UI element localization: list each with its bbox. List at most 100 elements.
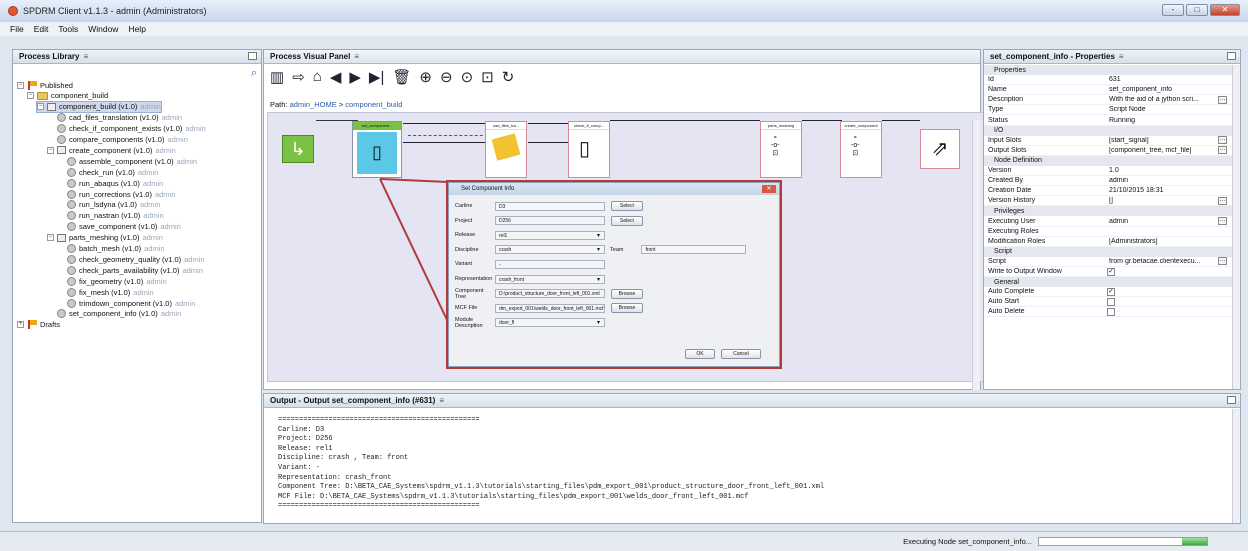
property-row[interactable]: Version 1.0	[984, 166, 1233, 176]
output-scrollbar[interactable]	[1232, 409, 1240, 523]
dropdown-field[interactable]: rel1	[495, 230, 605, 240]
workflow-node-check-if-comp[interactable]: check_if_comp... ▯	[568, 121, 610, 178]
expand-toggle-icon[interactable]: −	[47, 234, 54, 242]
refresh-icon[interactable]: ↻	[502, 68, 515, 86]
menu-tools[interactable]: Tools	[58, 24, 78, 34]
property-row[interactable]: Version History[]…	[984, 196, 1233, 207]
property-row[interactable]: Script from gr.betacae.clientexecu...…	[984, 257, 1233, 267]
back-icon[interactable]: ◀	[330, 68, 342, 86]
dropdown-field[interactable]: crash_front	[495, 274, 605, 284]
process-canvas[interactable]: ↳ set_component... ▯ cad_files_tra... ch…	[267, 112, 984, 382]
minimize-button[interactable]: -	[1162, 4, 1184, 16]
property-row[interactable]: Input Slots [start_signal]…	[984, 136, 1233, 146]
tree-item[interactable]: check_parts_availability (v1.0) admin	[57, 265, 203, 275]
path-home-link[interactable]: admin_HOME	[290, 100, 337, 109]
browse-button[interactable]: Select	[611, 215, 643, 226]
home-icon[interactable]: ⌂	[313, 68, 322, 86]
trash-icon[interactable]: 🗑	[392, 68, 411, 86]
menu-window[interactable]: Window	[88, 24, 118, 34]
maximize-button[interactable]: □	[1186, 4, 1208, 16]
dropdown-field[interactable]: crash	[495, 245, 605, 255]
property-row[interactable]: Executing Roles	[984, 227, 1233, 237]
property-row[interactable]: Id 631	[984, 75, 1233, 86]
step-icon[interactable]: ▶|	[369, 68, 384, 86]
workflow-node-parts-meshing[interactable]: parts_meshing ∘ -o- ⊡	[760, 121, 802, 178]
transfer-icon[interactable]: ⇨	[292, 68, 305, 86]
ellipsis-button[interactable]: …	[1218, 196, 1227, 205]
workflow-node-cad-files[interactable]: cad_files_tra...	[485, 121, 527, 178]
text-field[interactable]: D:\product_structure_door_front_left_001…	[495, 289, 605, 299]
tree-item[interactable]: batch_mesh (v1.0) admin	[57, 244, 165, 254]
property-row[interactable]: Description With the aid of a jython scri…	[984, 95, 1233, 106]
tree-item[interactable]: − parts_meshing (v1.0) admin	[47, 233, 163, 243]
checkbox[interactable]	[1107, 307, 1115, 316]
text-field[interactable]: dm_export_001\welds_door_front_left_001.…	[495, 303, 605, 313]
expand-toggle-icon[interactable]: −	[27, 92, 34, 100]
cancel-button[interactable]: Cancel	[721, 349, 761, 359]
tree-item[interactable]: trimdown_component (v1.0) admin	[57, 298, 195, 308]
menu-help[interactable]: Help	[128, 24, 145, 34]
ellipsis-button[interactable]: …	[1218, 136, 1227, 145]
property-row[interactable]: Output Slots [component_tree, mcf_file]…	[984, 146, 1233, 156]
property-row[interactable]: Type Script Node	[984, 105, 1233, 116]
tree-item[interactable]: − component_build	[27, 91, 108, 101]
property-row[interactable]: Name set_component_info	[984, 85, 1233, 96]
ellipsis-button[interactable]: …	[1218, 217, 1227, 225]
browse-button[interactable]: Browse	[611, 303, 643, 314]
end-node[interactable]: ⇗	[920, 129, 960, 169]
tree-item[interactable]: cad_files_translation (v1.0) admin	[47, 113, 182, 123]
path-current-link[interactable]: component_build	[345, 100, 402, 109]
property-row[interactable]: Modification Roles [Administrators]	[984, 237, 1233, 247]
start-node[interactable]: ↳	[282, 135, 314, 163]
tree-item[interactable]: save_component (v1.0) admin	[57, 222, 181, 232]
expand-toggle-icon[interactable]: −	[47, 146, 54, 154]
panel-menu-icon[interactable]: ≡	[83, 52, 88, 61]
zoom-out-icon[interactable]: ⊖	[440, 68, 453, 86]
property-row[interactable]: Auto Delete	[984, 307, 1233, 318]
tree-item[interactable]: compare_components (v1.0) admin	[47, 135, 188, 145]
browse-button[interactable]: Select	[611, 201, 643, 211]
text-field[interactable]: D256	[495, 216, 605, 226]
ellipsis-button[interactable]: …	[1218, 146, 1227, 155]
tree-item[interactable]: − component_build (v1.0) admin	[36, 100, 162, 113]
expand-toggle-icon[interactable]: −	[17, 81, 24, 89]
minimize-panel-button[interactable]	[248, 52, 257, 60]
tree-item[interactable]: + Drafts	[17, 320, 60, 330]
workflow-node-set-component[interactable]: set_component... ▯	[352, 121, 402, 178]
panel-menu-icon[interactable]: ≡	[439, 396, 444, 405]
panel-menu-icon[interactable]: ≡	[1119, 52, 1124, 61]
zoom-fit-icon[interactable]: ⊙	[461, 68, 474, 86]
tree-item[interactable]: − create_component (v1.0) admin	[47, 145, 176, 155]
canvas-scrollbar[interactable]	[972, 120, 980, 390]
tree-item[interactable]: fix_geometry (v1.0) admin	[57, 276, 167, 286]
tree-item[interactable]: check_if_component_exists (v1.0) admin	[47, 124, 206, 134]
search-icon[interactable]: ⌕	[251, 67, 257, 80]
dropdown-field[interactable]: door_fl	[495, 318, 605, 328]
dropdown-field[interactable]: front	[641, 245, 747, 255]
tree-item[interactable]: assemble_component (v1.0) admin	[57, 156, 197, 166]
zoom-window-icon[interactable]: ⊡	[481, 68, 494, 86]
text-field[interactable]: -	[495, 259, 605, 269]
tree-item[interactable]: run_abaqus (v1.0) admin	[57, 178, 163, 188]
tree-item[interactable]: run_nastran (v1.0) admin	[57, 211, 164, 221]
property-row[interactable]: Executing User admin…	[984, 217, 1233, 227]
property-row[interactable]: Auto Start	[984, 297, 1233, 308]
tree-item[interactable]: check_geometry_quality (v1.0) admin	[57, 254, 205, 264]
panel-menu-icon[interactable]: ≡	[354, 52, 359, 61]
property-row[interactable]: Creation Date 21/10/2015 18:31	[984, 186, 1233, 197]
library-icon[interactable]: ▥	[270, 68, 284, 86]
tree-item[interactable]: check_run (v1.0) admin	[57, 167, 158, 177]
menu-file[interactable]: File	[10, 24, 24, 34]
tree-item[interactable]: fix_mesh (v1.0) admin	[57, 287, 154, 297]
tree-item[interactable]: − Published	[17, 80, 73, 90]
properties-scrollbar[interactable]	[1232, 65, 1240, 389]
expand-toggle-icon[interactable]: +	[17, 321, 24, 329]
close-window-button[interactable]: ✕	[1210, 4, 1240, 16]
minimize-panel-button[interactable]	[1227, 52, 1236, 60]
property-row[interactable]: Write to Output Window ✓	[984, 267, 1233, 277]
ok-button[interactable]: OK	[685, 349, 715, 359]
property-row[interactable]: Status Running	[984, 116, 1233, 126]
minimize-panel-button[interactable]	[1227, 396, 1236, 404]
expand-toggle-icon[interactable]: −	[37, 103, 44, 111]
zoom-in-icon[interactable]: ⊕	[419, 68, 432, 86]
